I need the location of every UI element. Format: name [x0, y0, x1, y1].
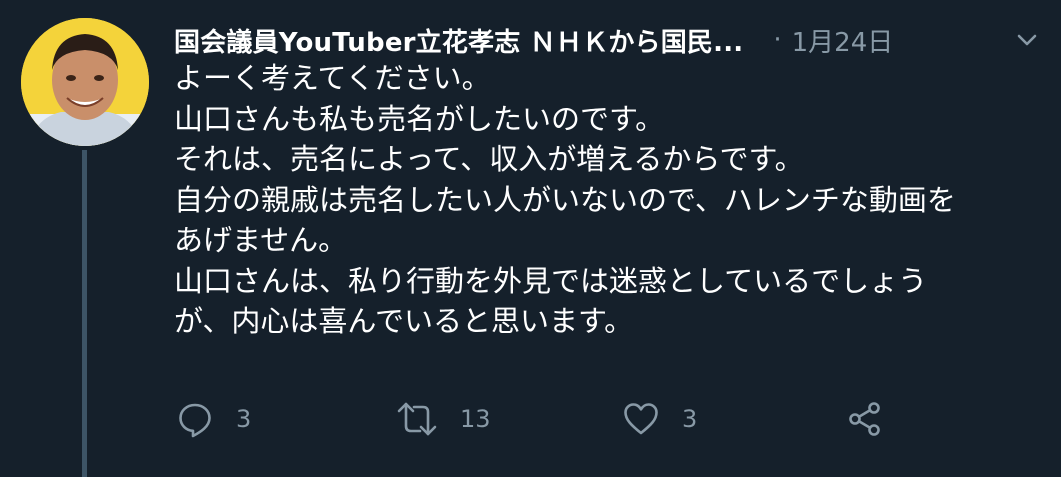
- tweet-timestamp[interactable]: 1月24日: [792, 22, 894, 59]
- chevron-down-icon[interactable]: [1013, 26, 1041, 54]
- avatar-image: [21, 18, 149, 146]
- author-name[interactable]: 国会議員YouTuber立花孝志 ＮＨＫから国民...: [174, 22, 743, 59]
- retweet-count: 13: [460, 405, 491, 433]
- share-button[interactable]: [846, 398, 884, 440]
- reply-count: 3: [236, 405, 252, 433]
- tweet-text-line: 山口さんも私も売名がしたいのです。: [174, 101, 665, 136]
- reply-icon: [176, 400, 214, 438]
- tweet-text-line: が、内心は喜んでいると思います。: [174, 304, 634, 338]
- tweet-text-line: それは、売名によって、収入が増えるからです。: [174, 142, 804, 176]
- reply-button[interactable]: 3: [176, 398, 251, 440]
- tweet-text-line: あげません。: [174, 223, 348, 257]
- separator-dot: ·: [773, 25, 782, 55]
- thread-line: [82, 150, 87, 477]
- retweet-icon: [396, 400, 438, 438]
- avatar[interactable]: [21, 18, 149, 146]
- share-icon: [846, 400, 884, 438]
- tweet-text: よーく考えてください。 山口さんも私も売名がしたいのです。 それは、売名によって…: [174, 58, 1044, 342]
- like-count: 3: [682, 405, 698, 433]
- tweet-text-line: 山口さんは、私り行動を外見では迷惑としているでしょう: [174, 263, 928, 298]
- tweet-actions: 3 13 3: [174, 398, 894, 440]
- tweet-text-line: 自分の親戚は売名したい人がいないので、ハレンチな動画を: [174, 182, 956, 217]
- like-icon: [622, 400, 660, 438]
- tweet-header: 国会議員YouTuber立花孝志 ＮＨＫから国民... · 1月24日: [174, 20, 1041, 60]
- like-button[interactable]: 3: [622, 398, 697, 440]
- retweet-button[interactable]: 13: [396, 398, 491, 440]
- tweet-text-line: よーく考えてください。: [174, 61, 491, 95]
